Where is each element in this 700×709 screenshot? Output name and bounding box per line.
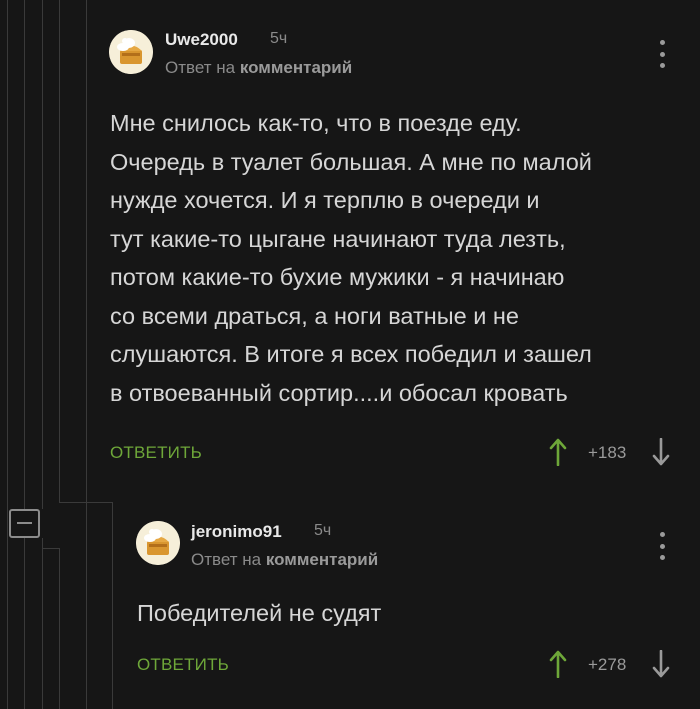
collapse-thread-button[interactable] <box>9 509 40 538</box>
comment-text: Мне снилось как-то, что в поезде еду. Оч… <box>110 110 592 406</box>
thread-line-outer-bottom <box>24 538 25 709</box>
reply-prefix: Ответ на <box>165 58 236 77</box>
pie-icon <box>109 30 153 74</box>
reply-target-link[interactable]: комментарий <box>266 550 378 569</box>
pie-icon <box>136 521 180 565</box>
reply-button[interactable]: ОТВЕТИТЬ <box>110 443 202 463</box>
reply-button[interactable]: ОТВЕТИТЬ <box>137 655 229 675</box>
thread-branch-line <box>59 502 113 503</box>
downvote-icon[interactable] <box>652 438 670 466</box>
downvote-icon[interactable] <box>652 650 670 678</box>
upvote-icon[interactable] <box>549 438 567 466</box>
reply-target-link[interactable]: комментарий <box>240 58 352 77</box>
thread-line-middle-top <box>42 0 43 509</box>
reply-prefix: Ответ на <box>191 550 262 569</box>
upvote-icon[interactable] <box>549 650 567 678</box>
thread-line-left <box>7 0 8 709</box>
thread-line-inner-top <box>59 0 60 502</box>
reply-username[interactable]: jeronimo91 <box>191 522 282 542</box>
thread-line-reply-nested <box>112 502 113 709</box>
rating: +278 <box>588 655 627 674</box>
reply-text: Победителей не судят <box>137 600 382 626</box>
reply-to-line: Ответ на комментарий <box>191 550 378 570</box>
avatar[interactable] <box>136 521 180 565</box>
thread-line-outer-top <box>24 0 25 509</box>
thread-line-reply <box>86 0 87 709</box>
thread-line-inner-bottom <box>59 548 60 709</box>
comment-time: 5ч <box>270 30 288 47</box>
avatar[interactable] <box>109 30 153 74</box>
more-options-icon[interactable] <box>660 532 665 560</box>
reply-to-line: Ответ на комментарий <box>165 58 352 78</box>
comment-username[interactable]: Uwe2000 <box>165 30 238 50</box>
thread-branch-line-2 <box>42 548 60 549</box>
more-options-icon[interactable] <box>660 40 665 68</box>
thread-line-middle-bottom <box>42 538 43 709</box>
rating: +183 <box>588 443 627 462</box>
reply-time: 5ч <box>314 522 332 539</box>
